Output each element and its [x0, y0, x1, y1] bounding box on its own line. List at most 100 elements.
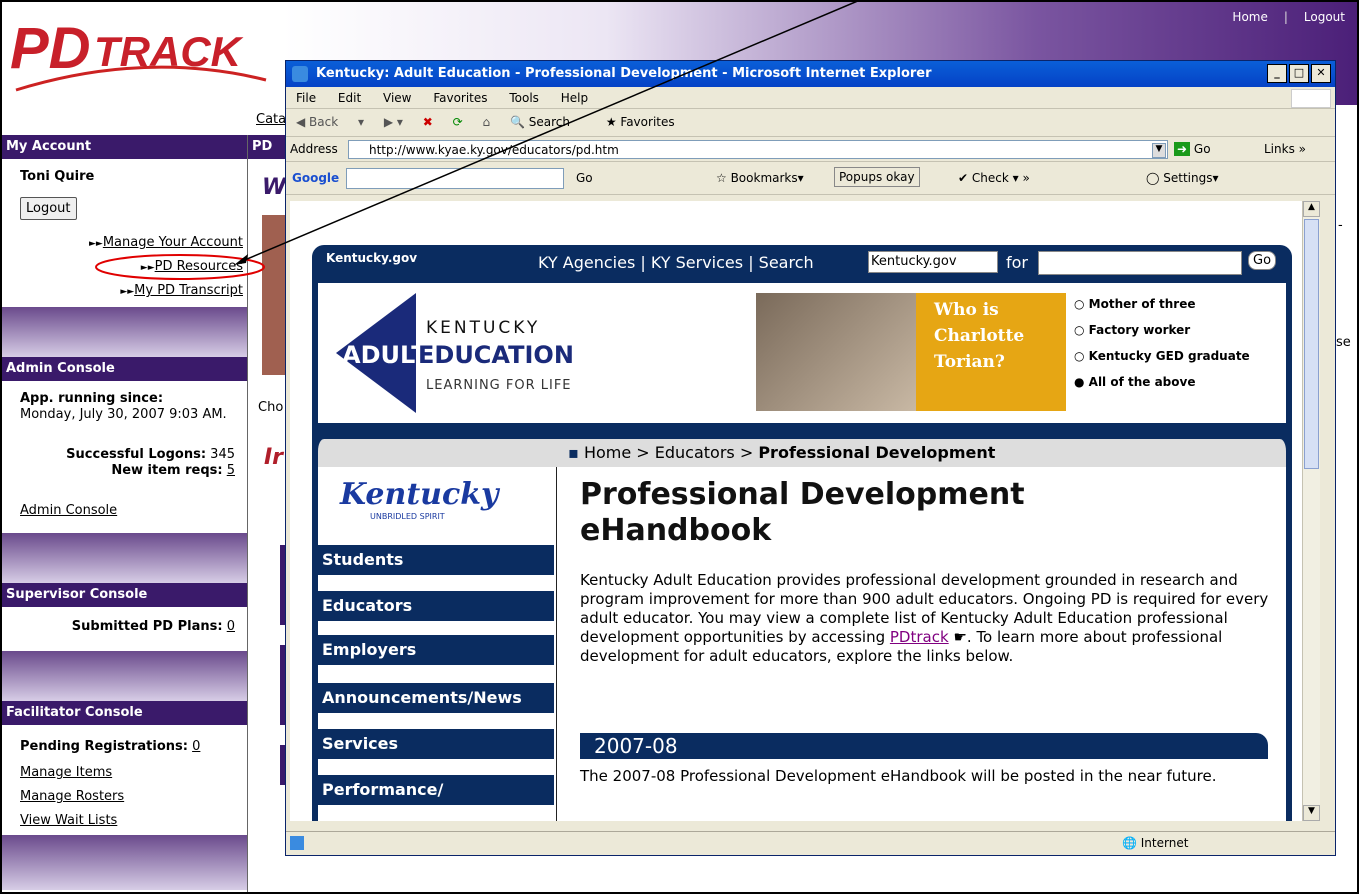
standard-toolbar: ◀ Back ▾ ▶ ▾ ✖ ⟳ ⌂ 🔍 Search ★ Favorites	[286, 109, 1335, 137]
sidebar: My Account Toni Quire Logout ►►Manage Yo…	[0, 135, 248, 894]
view-wait-lists-link[interactable]: View Wait Lists	[20, 813, 117, 828]
menu-favorites[interactable]: Favorites	[433, 91, 487, 105]
maximize-button[interactable]: □	[1289, 64, 1309, 83]
forward-button[interactable]: ▶ ▾	[384, 115, 403, 129]
supervisor-console-header: Supervisor Console	[0, 583, 247, 607]
logout-link[interactable]: Logout	[1296, 10, 1353, 24]
search-button[interactable]: 🔍 Search	[510, 115, 586, 129]
photo-fragment	[262, 215, 286, 375]
back-button[interactable]: ◀ Back ▾	[296, 115, 364, 129]
menu-tools[interactable]: Tools	[509, 91, 539, 105]
logout-button[interactable]: Logout	[20, 197, 77, 220]
quiz-options: ○ Mother of three ○ Factory worker ○ Ken…	[1074, 291, 1250, 395]
close-button[interactable]: ✕	[1311, 64, 1331, 83]
google-toolbar: Google Go ☆ Bookmarks▾ Popups okay ✔ Che…	[286, 163, 1335, 195]
home-icon[interactable]: ⌂	[483, 115, 491, 129]
stop-icon[interactable]: ✖	[423, 115, 433, 129]
breadcrumb: ▪ Home > Educators > Professional Develo…	[312, 439, 1292, 467]
pdtrack-link[interactable]: PDtrack	[890, 628, 949, 646]
logons-stat: Successful Logons: 345	[66, 447, 235, 462]
links-button[interactable]: Links »	[1264, 142, 1306, 156]
minimize-button[interactable]: _	[1267, 64, 1287, 83]
manage-items-link[interactable]: Manage Items	[20, 765, 112, 780]
menu-bar: File Edit View Favorites Tools Help	[286, 87, 1335, 109]
address-input[interactable]: http://www.kyae.ky.gov/educators/pd.htm	[348, 140, 1168, 159]
svg-text:LEARNING FOR LIFE: LEARNING FOR LIFE	[426, 378, 572, 393]
top-links: Home | Logout	[1224, 10, 1353, 24]
welcome-fragment: W	[262, 175, 287, 200]
submitted-plans-stat: Submitted PD Plans: 0	[71, 619, 235, 634]
running-since-value: Monday, July 30, 2007 9:03 AM.	[20, 407, 227, 422]
manage-rosters-link[interactable]: Manage Rosters	[20, 789, 124, 804]
year-section-header: 2007-08	[580, 733, 1268, 759]
web-content: Kentucky.gov KY Agencies | KY Services |…	[290, 201, 1302, 821]
ky-banner: KENTUCKY ADULT EDUCATION LEARNING FOR LI…	[312, 283, 1292, 423]
vertical-scrollbar[interactable]: ▲ ▼	[1302, 201, 1320, 821]
sidebar-item-transcript[interactable]: ►►My PD Transcript	[120, 283, 243, 298]
divider-gradient	[0, 651, 247, 701]
ky-search-input[interactable]	[1038, 251, 1242, 275]
svg-text:ADULT: ADULT	[342, 341, 428, 369]
nav-services[interactable]: Services	[318, 729, 554, 759]
scroll-thumb[interactable]	[1304, 219, 1319, 469]
popups-button[interactable]: Popups okay	[834, 167, 920, 187]
google-go[interactable]: Go	[576, 171, 593, 185]
nav-employers[interactable]: Employers	[318, 635, 554, 665]
quiz-option[interactable]: ○ Factory worker	[1074, 317, 1250, 343]
quiz-option[interactable]: ● All of the above	[1074, 369, 1250, 395]
settings-button[interactable]: ◯ Settings▾	[1146, 171, 1219, 185]
heading-fragment: Ir	[264, 445, 284, 470]
user-name: Toni Quire	[20, 169, 95, 184]
menu-edit[interactable]: Edit	[338, 91, 361, 105]
menu-view[interactable]: View	[383, 91, 411, 105]
menu-file[interactable]: File	[296, 91, 316, 105]
check-button[interactable]: ✔ Check ▾ »	[958, 171, 1030, 185]
kentucky-unbridled-logo: Kentucky UNBRIDLED SPIRIT	[340, 477, 499, 521]
who-is-box[interactable]: Who is Charlotte Torian?	[916, 293, 1066, 411]
logo-pd: PD	[10, 16, 91, 81]
nav-performance[interactable]: Performance/	[318, 775, 554, 805]
year-text: The 2007-08 Professional Development eHa…	[580, 767, 1217, 785]
google-logo: Google	[292, 171, 340, 185]
favorites-button[interactable]: ★ Favorites	[606, 115, 691, 129]
svg-text:EDUCATION: EDUCATION	[418, 341, 574, 369]
catalog-link-fragment[interactable]: Cata	[256, 112, 286, 127]
nav-educators[interactable]: Educators	[318, 591, 554, 621]
go-button[interactable]: ➜ Go	[1174, 142, 1211, 156]
status-bar: 🌐 Internet	[286, 831, 1335, 855]
sidebar-item-manage-account[interactable]: ►►Manage Your Account	[89, 235, 243, 250]
crumb-current: Professional Development	[758, 443, 996, 462]
dash-fragment: -	[1338, 218, 1343, 233]
admin-console-link[interactable]: Admin Console	[20, 503, 117, 518]
home-link[interactable]: Home	[1224, 10, 1275, 24]
search-scope-select[interactable]: Kentucky.gov	[868, 251, 998, 273]
ky-go-button[interactable]: Go	[1248, 251, 1277, 270]
kentucky-gov-brand[interactable]: Kentucky.gov	[326, 251, 417, 265]
divider-gradient	[0, 533, 247, 583]
intro-paragraph: Kentucky Adult Education provides profes…	[580, 571, 1269, 665]
adult-ed-logo: KENTUCKY ADULT EDUCATION LEARNING FOR LI…	[336, 293, 574, 413]
nav-announcements[interactable]: Announcements/News	[318, 683, 554, 713]
pointing-hand-icon: ☛	[953, 628, 967, 646]
refresh-icon[interactable]: ⟳	[453, 115, 463, 129]
crumb-home[interactable]: Home	[584, 443, 631, 462]
divider-gradient	[0, 307, 247, 357]
google-search-input[interactable]	[346, 168, 564, 189]
quiz-option[interactable]: ○ Mother of three	[1074, 291, 1250, 317]
menu-help[interactable]: Help	[561, 91, 588, 105]
bookmarks-button[interactable]: ☆ Bookmarks▾	[716, 171, 804, 185]
internet-zone: 🌐 Internet	[1122, 836, 1189, 850]
quiz-option[interactable]: ○ Kentucky GED graduate	[1074, 343, 1250, 369]
address-bar: Address http://www.kyae.ky.gov/educators…	[286, 138, 1335, 162]
pending-registrations-stat: Pending Registrations: 0	[20, 739, 201, 754]
new-reqs-stat: New item reqs: 5	[111, 463, 235, 478]
pdtrack-logo: PD TRACK	[6, 10, 276, 100]
address-dropdown[interactable]: ▼	[1152, 143, 1166, 158]
admin-console-header: Admin Console	[0, 357, 247, 381]
running-since-label: App. running since:	[20, 391, 164, 406]
nav-students[interactable]: Students	[318, 545, 554, 575]
page-icon	[290, 836, 304, 850]
ky-top-nav[interactable]: KY Agencies | KY Services | Search	[538, 253, 814, 272]
crumb-educators[interactable]: Educators	[655, 443, 735, 462]
sidebar-item-pd-resources[interactable]: ►►PD Resources	[141, 259, 243, 274]
